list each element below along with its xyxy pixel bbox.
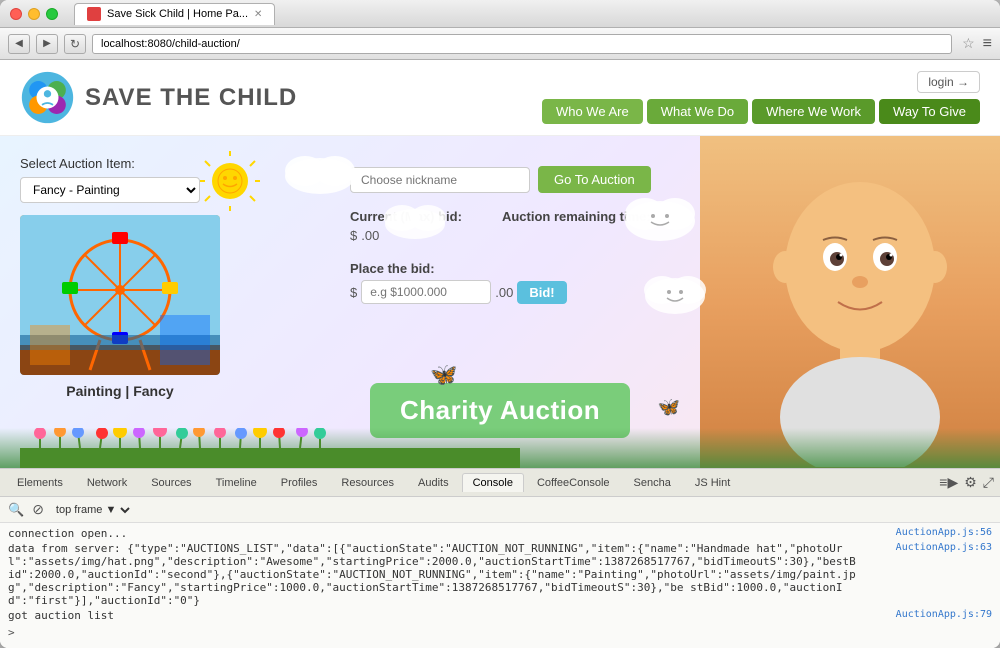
nav-bar: ◀ ▶ ↻ localhost:8080/child-auction/ ☆ ≡ (0, 28, 1000, 60)
url-text: localhost:8080/child-auction/ (101, 38, 240, 50)
tab-favicon (87, 7, 101, 21)
devtools-panel: Elements Network Sources Timeline Profil… (0, 468, 1000, 648)
devtools-icons: ≡▶ ⚙ ⤢ (939, 474, 994, 491)
devtools-settings-icon[interactable]: ⚙ (964, 474, 977, 491)
way-to-give-button[interactable]: Way To Give (879, 99, 980, 124)
console-source-1[interactable]: AuctionApp.js:56 (896, 527, 992, 540)
butterfly-2: 🦋 (658, 397, 680, 418)
title-bar: Save Sick Child | Home Pa... ✕ (0, 0, 1000, 28)
frame-select[interactable]: top frame ▼ (52, 503, 133, 517)
what-we-do-button[interactable]: What We Do (647, 99, 748, 124)
devtools-content: connection open... AuctionApp.js:56 data… (0, 523, 1000, 648)
dollar-sign-2: $ (350, 285, 357, 300)
console-text-3: got auction list (8, 609, 114, 622)
auction-item-select[interactable]: Fancy - Painting Handmade hat (20, 177, 200, 203)
content-area: SAVE THE CHILD login → Who We Are What W… (0, 60, 1000, 648)
ferris-wheel-art (20, 215, 220, 375)
devtools-expand-icon[interactable]: ≡▶ (939, 474, 958, 491)
cloud-smiley (620, 186, 700, 246)
cloud-decoration-2 (380, 196, 450, 241)
refresh-icon: ↻ (70, 37, 80, 51)
browser-tab[interactable]: Save Sick Child | Home Pa... ✕ (74, 3, 275, 25)
painting-image (20, 215, 220, 375)
console-line-3: got auction list AuctionApp.js:79 (8, 609, 992, 622)
site-header: SAVE THE CHILD login → Who We Are What W… (0, 60, 1000, 136)
close-button[interactable] (10, 8, 22, 20)
bid-button[interactable]: Bid! (517, 281, 566, 304)
cloud-smiley-2 (640, 266, 710, 321)
painting-caption: Painting | Fancy (20, 383, 220, 399)
devtools-tab-jshint[interactable]: JS Hint (684, 473, 741, 492)
devtools-search-icon[interactable]: 🔍 (8, 502, 24, 518)
console-text-2: data from server: {"type":"AUCTIONS_LIST… (8, 542, 858, 607)
devtools-undock-icon[interactable]: ⤢ (983, 474, 994, 491)
logo-icon (20, 70, 75, 125)
address-bar[interactable]: localhost:8080/child-auction/ (92, 34, 952, 54)
cloud-decoration-1 (280, 146, 360, 196)
logo-area: SAVE THE CHILD (20, 70, 297, 125)
refresh-button[interactable]: ↻ (64, 34, 86, 54)
tab-bar: Save Sick Child | Home Pa... ✕ (74, 3, 990, 25)
devtools-tab-coffee[interactable]: CoffeeConsole (526, 473, 621, 492)
bid-suffix: .00 (495, 285, 513, 300)
sun-decoration (200, 151, 260, 211)
logo-text: SAVE THE CHILD (85, 84, 297, 112)
console-line-1: connection open... AuctionApp.js:56 (8, 527, 992, 540)
forward-icon: ▶ (43, 38, 51, 49)
menu-icon[interactable]: ≡ (983, 35, 992, 53)
console-source-2[interactable]: AuctionApp.js:63 (896, 542, 992, 607)
devtools-tab-timeline[interactable]: Timeline (205, 473, 268, 492)
filter-icon[interactable]: ⊘ (32, 501, 44, 518)
prompt-arrow: > (8, 626, 15, 639)
browser-window: Save Sick Child | Home Pa... ✕ ◀ ▶ ↻ loc… (0, 0, 1000, 648)
where-we-work-button[interactable]: Where We Work (752, 99, 875, 124)
devtools-tabs: Elements Network Sources Timeline Profil… (0, 469, 1000, 497)
tab-title: Save Sick Child | Home Pa... (107, 8, 248, 20)
devtools-tab-console[interactable]: Console (462, 473, 524, 492)
main-content: Select Auction Item: Fancy - Painting Ha… (0, 136, 1000, 468)
butterfly-1: 🦋 (430, 362, 457, 388)
website: SAVE THE CHILD login → Who We Are What W… (0, 60, 1000, 468)
maximize-button[interactable] (46, 8, 58, 20)
console-line-2: data from server: {"type":"AUCTIONS_LIST… (8, 542, 992, 607)
nickname-input[interactable] (350, 167, 530, 193)
console-source-3[interactable]: AuctionApp.js:79 (896, 609, 992, 622)
devtools-tab-network[interactable]: Network (76, 473, 138, 492)
devtools-tab-elements[interactable]: Elements (6, 473, 74, 492)
tab-close-icon[interactable]: ✕ (254, 9, 262, 20)
console-text-1: connection open... (8, 527, 127, 540)
devtools-tab-audits[interactable]: Audits (407, 473, 460, 492)
charity-banner-text: Charity Auction (400, 395, 600, 425)
back-button[interactable]: ◀ (8, 34, 30, 54)
current-bid-value: .00 (361, 228, 379, 243)
login-button[interactable]: login → (917, 71, 980, 93)
devtools-tab-sencha[interactable]: Sencha (623, 473, 682, 492)
dollar-sign-1: $ (350, 228, 357, 243)
nav-buttons: Who We Are What We Do Where We Work Way … (542, 99, 980, 124)
minimize-button[interactable] (28, 8, 40, 20)
console-prompt[interactable]: > (8, 626, 992, 639)
devtools-tab-sources[interactable]: Sources (140, 473, 202, 492)
header-right: login → Who We Are What We Do Where We W… (542, 71, 980, 124)
devtools-toolbar: 🔍 ⊘ top frame ▼ (0, 497, 1000, 523)
forward-button[interactable]: ▶ (36, 34, 58, 54)
back-icon: ◀ (15, 38, 23, 49)
bookmark-icon[interactable]: ☆ (962, 35, 975, 52)
devtools-tab-resources[interactable]: Resources (330, 473, 405, 492)
flowers-decoration (20, 428, 520, 468)
bid-amount-input[interactable] (361, 280, 491, 304)
select-auction-label: Select Auction Item: (20, 156, 310, 171)
devtools-tab-profiles[interactable]: Profiles (270, 473, 329, 492)
who-we-are-button[interactable]: Who We Are (542, 99, 643, 124)
